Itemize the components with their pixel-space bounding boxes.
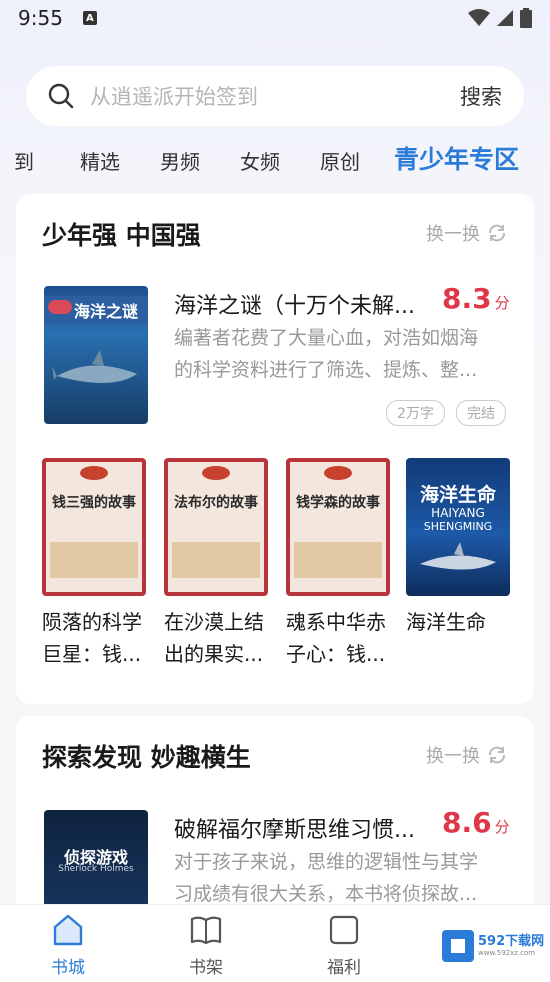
bookshelf-icon <box>190 916 222 945</box>
book-tags: 2万字 完结 <box>386 400 516 426</box>
word-count-badge: 2万字 <box>386 400 445 426</box>
nav-label: 福利 <box>327 958 361 978</box>
nav-welfare[interactable]: 福利 <box>304 913 384 978</box>
watermark-url: www.592xz.com <box>478 949 536 957</box>
book-cover[interactable]: 法布尔的故事 <box>164 458 268 596</box>
book-title[interactable]: 陨落的科学 巨星：钱... <box>42 606 152 670</box>
bookstore-icon <box>53 914 83 946</box>
search-button[interactable]: 搜索 <box>460 81 502 111</box>
category-tabs: 到 精选 男频 女频 原创 青少年专区 <box>0 132 550 184</box>
cover-title: 钱三强的故事 <box>52 495 136 511</box>
book-cover[interactable]: 海洋之谜 <box>44 286 148 424</box>
nav-bookstore[interactable]: 书城 <box>28 913 108 978</box>
notification-icon: A <box>82 11 97 25</box>
book-title[interactable]: 海洋生命 <box>406 606 516 638</box>
wifi-icon <box>468 9 490 26</box>
section-card-youth: 少年强 中国强 换一换 海洋之谜 海洋之谜（十万个未解... 8.3 分 编著者花… <box>16 194 534 704</box>
refresh-label: 换一换 <box>426 224 480 245</box>
refresh-label: 换一换 <box>426 746 480 767</box>
status-bar: 9:55 A <box>0 0 550 36</box>
refresh-button[interactable]: 换一换 <box>426 220 508 246</box>
book-title[interactable]: 破解福尔摩斯思维习惯... <box>174 812 434 844</box>
book-cover[interactable]: 海洋生命 HAIYANG SHENGMING <box>406 458 510 596</box>
watermark-text: 592下载网 <box>478 934 545 949</box>
cover-title: 海洋之谜 <box>74 302 139 321</box>
section-title: 少年强 中国强 <box>42 221 201 250</box>
battery-icon <box>520 8 532 28</box>
tab-featured[interactable]: 精选 <box>80 146 120 175</box>
status-icons <box>468 8 532 28</box>
status-badge: 完结 <box>456 400 506 426</box>
book-cover[interactable]: 钱学森的故事 <box>286 458 390 596</box>
tab-youth[interactable]: 青少年专区 <box>394 140 519 176</box>
search-bar[interactable]: 从逍遥派开始签到 搜索 <box>26 66 524 126</box>
book-title[interactable]: 魂系中华赤 子心：钱... <box>286 606 396 670</box>
book-title[interactable]: 在沙漠上结 出的果实... <box>164 606 274 670</box>
refresh-icon <box>489 746 505 764</box>
book-description: 编著者花费了大量心血，对浩如烟海 的科学资料进行了筛选、提炼、整... <box>174 327 479 381</box>
watermark: 592下载网 www.592xz.com <box>442 928 550 964</box>
cover-title: 法布尔的故事 <box>174 495 258 511</box>
cover-subtitle: SHENGMING <box>423 520 493 533</box>
search-icon <box>48 83 74 109</box>
nav-bookshelf[interactable]: 书架 <box>166 913 246 978</box>
search-input[interactable]: 从逍遥派开始签到 <box>90 81 460 111</box>
shark-image <box>52 350 137 384</box>
tab-checkin[interactable]: 到 <box>14 146 34 175</box>
status-time: 9:55 <box>18 6 63 30</box>
tab-male[interactable]: 男频 <box>160 146 200 175</box>
book-description: 对于孩子来说，思维的逻辑性与其学 习成绩有很大关系，本书将侦探故... <box>174 851 479 905</box>
cover-subtitle: HAIYANG <box>431 506 485 520</box>
watermark-logo-icon <box>442 930 474 962</box>
section-title: 探索发现 妙趣横生 <box>42 743 251 772</box>
refresh-icon <box>489 224 505 242</box>
cover-title: 海洋生命 <box>419 484 496 506</box>
book-score: 8.6 分 <box>442 806 510 839</box>
nav-label: 书城 <box>51 958 85 978</box>
shark-image <box>420 542 496 570</box>
book-title[interactable]: 海洋之谜（十万个未解... <box>174 288 434 320</box>
signal-icon <box>497 10 513 26</box>
nav-label: 书架 <box>189 958 223 978</box>
welfare-icon <box>329 915 359 945</box>
book-cover[interactable]: 钱三强的故事 <box>42 458 146 596</box>
refresh-button[interactable]: 换一换 <box>426 742 508 768</box>
book-score: 8.3 分 <box>442 282 510 315</box>
cover-title: 钱学森的故事 <box>296 495 380 511</box>
tab-original[interactable]: 原创 <box>320 146 360 175</box>
tab-female[interactable]: 女频 <box>240 146 280 175</box>
cover-subtitle: Sherlock Holmes <box>58 864 134 874</box>
